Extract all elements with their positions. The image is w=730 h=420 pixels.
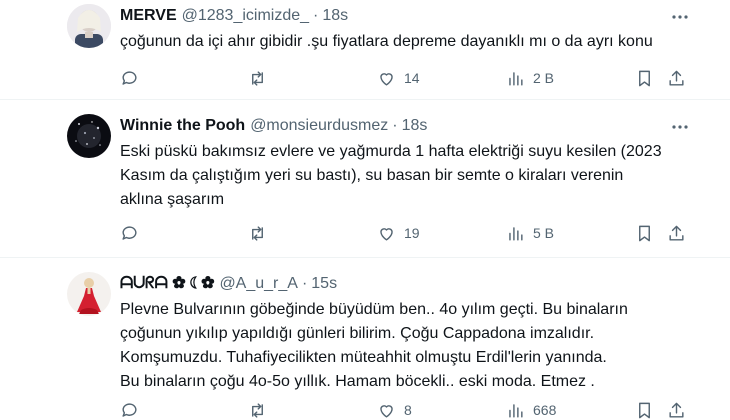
- views-button[interactable]: 668: [506, 398, 556, 420]
- views-count: 5 B: [533, 225, 555, 241]
- views-icon: [509, 226, 523, 241]
- retweet-icon: [252, 402, 263, 418]
- share-button[interactable]: [667, 221, 686, 245]
- heart-icon: [380, 72, 393, 86]
- timestamp[interactable]: 15s: [311, 275, 337, 293]
- tweet-text-line: Eski püskü bakımsız evlere ve yağmurda 1…: [120, 143, 662, 160]
- retweet-button[interactable]: [248, 398, 275, 420]
- action-bar: 8 668: [0, 398, 730, 420]
- share-icon: [669, 402, 684, 418]
- bookmark-icon: [639, 225, 650, 241]
- avatar[interactable]: [67, 114, 111, 158]
- bookmark-button[interactable]: [635, 398, 654, 420]
- reply-button[interactable]: [120, 398, 147, 420]
- reply-button[interactable]: [120, 221, 147, 245]
- bookmark-icon: [639, 70, 650, 86]
- retweet-icon: [252, 225, 263, 241]
- share-icon: [669, 70, 684, 86]
- avatar[interactable]: [67, 4, 111, 48]
- views-button[interactable]: 2 B: [506, 66, 554, 90]
- heart-icon: [380, 227, 393, 241]
- like-button[interactable]: 14: [377, 66, 420, 90]
- separator-dot: ·: [313, 7, 319, 24]
- views-icon: [509, 71, 523, 86]
- more-options-button[interactable]: [670, 117, 690, 137]
- tweet[interactable]: ᗩᑌᖇᗩ ✿ ☾✿ @A_u_r_A · 15s Plevne Bulvarın…: [0, 258, 730, 420]
- like-count: 19: [404, 225, 420, 241]
- retweet-button[interactable]: [248, 221, 275, 245]
- share-icon: [669, 225, 684, 241]
- user-handle[interactable]: @A_u_r_A: [219, 275, 298, 293]
- tweet[interactable]: MERVE @1283_icimizde_ · 18s çoğunun da i…: [0, 0, 730, 100]
- tweet-text-line: Bu binaların çoğu 4o-5o yıllık. Hamam bö…: [120, 373, 595, 390]
- reply-icon: [122, 70, 137, 85]
- tweet-text-line: Komşumuzdu. Tuhafiyecilikten müteahhit o…: [120, 349, 607, 366]
- bookmark-icon: [639, 402, 650, 418]
- reply-button[interactable]: [120, 66, 147, 90]
- more-options-button[interactable]: [670, 7, 690, 27]
- avatar-image: [67, 114, 111, 158]
- display-name[interactable]: MERVE: [120, 7, 177, 25]
- like-count: 14: [404, 70, 420, 86]
- tweet-text-line: Kasım da çalıştığım yeri su bastı), su b…: [120, 167, 624, 184]
- bookmark-button[interactable]: [635, 66, 654, 90]
- share-button[interactable]: [667, 66, 686, 90]
- display-name[interactable]: Winnie the Pooh: [120, 117, 245, 135]
- tweet-text: Eski püskü bakımsız evlere ve yağmurda 1…: [120, 140, 710, 212]
- more-icon: [672, 15, 688, 19]
- retweet-icon: [252, 70, 263, 86]
- user-handle[interactable]: @1283_icimizde_: [182, 7, 309, 25]
- timestamp[interactable]: 18s: [402, 117, 428, 135]
- views-count: 2 B: [533, 70, 555, 86]
- user-handle[interactable]: @monsieurdusmez: [250, 117, 388, 135]
- retweet-button[interactable]: [248, 66, 275, 90]
- avatar-image: [67, 272, 111, 316]
- tweet-text-line: aklına şaşarım: [120, 191, 225, 208]
- tweet-text-line: çoğunun da içi ahır gibidir .şu fiyatlar…: [120, 33, 653, 50]
- more-icon: [672, 125, 688, 129]
- tweet-text-line: Plevne Bulvarının göbeğinde büyüdüm ben.…: [120, 301, 628, 318]
- timestamp[interactable]: 18s: [322, 7, 348, 25]
- tweet-text-line: çoğunun yıkılıp yapıldığı günleri biliri…: [120, 325, 595, 342]
- heart-icon: [380, 404, 393, 418]
- avatar[interactable]: [67, 272, 111, 316]
- like-button[interactable]: 8: [377, 398, 412, 420]
- like-count: 8: [404, 402, 412, 418]
- share-button[interactable]: [667, 398, 686, 420]
- reply-icon: [122, 225, 137, 240]
- avatar-image: [67, 4, 111, 48]
- separator-dot: ·: [301, 275, 308, 292]
- display-name[interactable]: ᗩᑌᖇᗩ ✿ ☾✿: [120, 275, 214, 293]
- separator-dot: ·: [392, 117, 398, 134]
- views-count: 668: [533, 402, 557, 418]
- reply-icon: [122, 402, 137, 417]
- tweet-text: çoğunun da içi ahır gibidir .şu fiyatlar…: [120, 30, 710, 54]
- tweet-text: Plevne Bulvarının göbeğinde büyüdüm ben.…: [120, 298, 710, 394]
- views-button[interactable]: 5 B: [506, 221, 554, 245]
- bookmark-button[interactable]: [635, 221, 654, 245]
- action-bar: 14 2 B: [0, 66, 730, 90]
- like-button[interactable]: 19: [377, 221, 420, 245]
- views-icon: [509, 403, 523, 418]
- action-bar: 19 5 B: [0, 221, 730, 245]
- tweet[interactable]: Winnie the Pooh @monsieurdusmez · 18s Es…: [0, 100, 730, 258]
